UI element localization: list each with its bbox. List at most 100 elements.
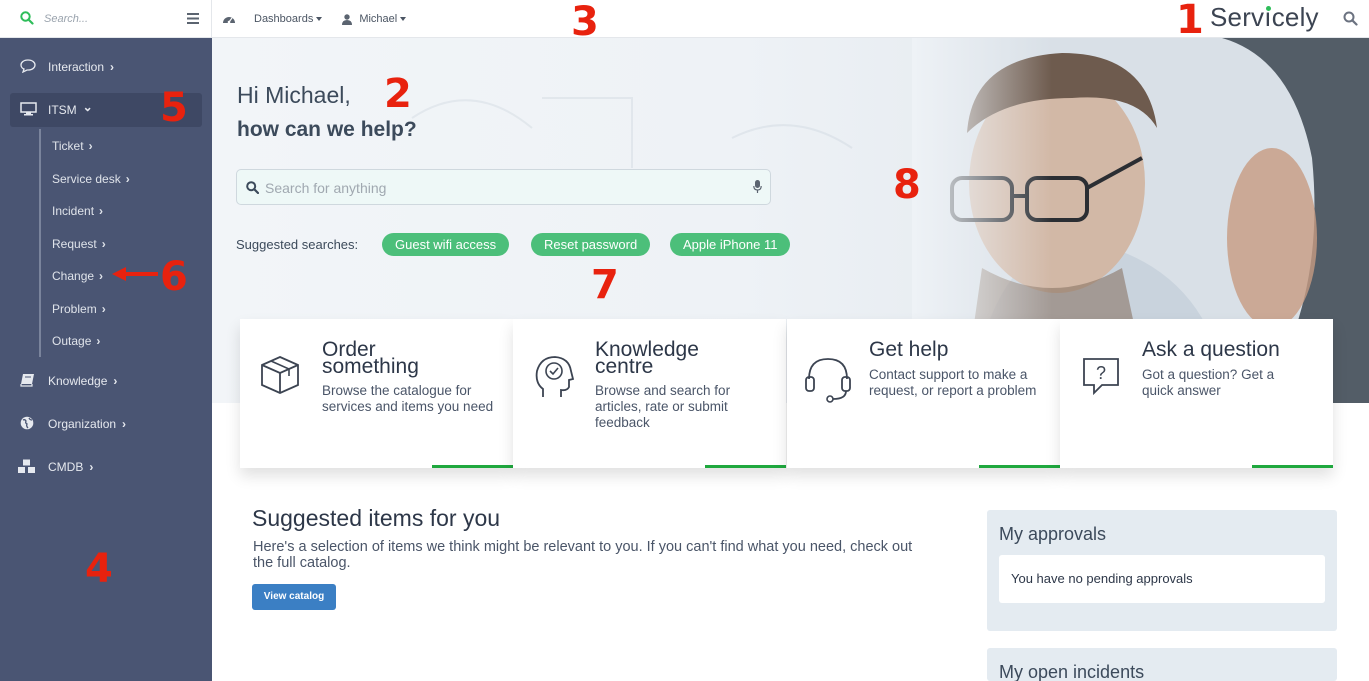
submenu-item-ticket[interactable]: Ticket › (52, 139, 93, 153)
top-bar: Dashboards Michael Servıcely (0, 0, 1369, 38)
submenu-item-outage[interactable]: Outage › (52, 334, 100, 348)
open-incidents-title: My open incidents (999, 662, 1145, 681)
sidebar-item-label: Organization (48, 417, 117, 431)
chevron-right-icon: › (96, 334, 101, 348)
sidebar-search-input[interactable] (44, 9, 174, 29)
headset-icon (805, 358, 851, 403)
annotation-number: 5 (160, 85, 188, 131)
chevron-right-icon: › (110, 60, 115, 74)
annotation-number: 1 (1176, 0, 1204, 43)
suggested-searches-label: Suggested searches: (236, 237, 359, 252)
suggestion-chip[interactable]: Guest wifi access (382, 233, 510, 256)
dashboards-dropdown[interactable]: Dashboards (254, 13, 323, 25)
user-icon (342, 13, 353, 25)
submenu-label: Incident (52, 204, 95, 218)
chevron-right-icon: › (101, 237, 106, 251)
dashboards-label: Dashboards (254, 13, 314, 25)
card-description: Contact support to make a request, or re… (869, 367, 1037, 398)
suggested-items-title: Suggested items for you (252, 505, 501, 531)
submenu-label: Outage (52, 334, 92, 348)
main-search-input[interactable] (265, 177, 745, 199)
submenu-item-change[interactable]: Change › (52, 269, 103, 283)
submenu-label: Service desk (52, 172, 121, 186)
submenu-line (39, 129, 41, 357)
head-check-icon (535, 356, 575, 397)
card-knowledge-centre[interactable]: Knowledge centre Browse and search for ar… (513, 319, 786, 468)
card-description: Browse and search for articles, rate or … (595, 383, 731, 430)
caret-down-icon (400, 17, 407, 21)
submenu-label: Change (52, 269, 95, 283)
top-nav: Dashboards Michael (222, 0, 407, 38)
box-icon (261, 356, 299, 394)
chevron-right-icon: › (101, 302, 106, 316)
card-description: Browse the catalogue for services and it… (322, 383, 494, 414)
sidebar-item-knowledge[interactable]: Knowledge › (0, 364, 212, 398)
card-title: Knowledge centre (595, 339, 775, 377)
suggested-items-description: Here's a selection of items we think mig… (253, 539, 913, 571)
card-accent-bar (705, 465, 786, 468)
sidebar-item-interaction[interactable]: Interaction › (0, 50, 212, 84)
annotation-number: 2 (384, 71, 412, 117)
servicely-logo[interactable]: Servıcely (1210, 2, 1319, 33)
submenu-label: Ticket (52, 139, 84, 153)
svg-text:?: ? (1096, 363, 1106, 383)
view-catalog-button[interactable]: View catalog (252, 584, 336, 610)
monitor-icon (20, 102, 37, 116)
book-icon (20, 374, 34, 387)
submenu-item-service-desk[interactable]: Service desk › (52, 172, 130, 186)
card-title-line: Ask a question (1142, 338, 1280, 361)
card-title: Ask a question (1142, 338, 1322, 361)
open-incidents-panel: My open incidents (987, 648, 1337, 681)
headline-text: how can we help? (237, 118, 417, 141)
submenu-label: Problem (52, 302, 97, 316)
approvals-panel: My approvals You have no pending approva… (987, 510, 1337, 631)
chevron-right-icon: › (113, 374, 118, 388)
card-get-help[interactable]: Get help Contact support to make a reque… (787, 319, 1060, 468)
chevron-down-icon: ⌄ (82, 100, 93, 114)
chevron-right-icon: › (125, 172, 130, 186)
approvals-title: My approvals (999, 524, 1107, 544)
card-description: Got a question? Get a quick answer (1142, 367, 1275, 398)
sidebar-item-organization[interactable]: Organization › (0, 407, 212, 441)
caret-down-icon (316, 17, 323, 21)
suggestion-chip[interactable]: Reset password (531, 233, 651, 256)
user-dropdown[interactable]: Michael (359, 13, 407, 25)
question-bubble-icon: ? (1083, 358, 1119, 396)
chevron-right-icon: › (88, 139, 93, 153)
search-icon (246, 181, 259, 194)
cubes-icon (18, 459, 35, 473)
submenu-label: Request (52, 237, 97, 251)
card-title-line: something (322, 355, 419, 378)
submenu-item-request[interactable]: Request › (52, 237, 106, 251)
search-icon[interactable] (1343, 11, 1358, 26)
suggestion-chip[interactable]: Apple iPhone 11 (670, 233, 791, 256)
globe-icon (20, 416, 34, 430)
chevron-right-icon: › (122, 417, 127, 431)
card-title-line: Get help (869, 338, 949, 361)
submenu-item-problem[interactable]: Problem › (52, 302, 106, 316)
chevron-right-icon: › (89, 460, 94, 474)
approvals-empty-text: You have no pending approvals (1011, 571, 1193, 586)
approvals-empty-box: You have no pending approvals (999, 555, 1325, 603)
sidebar-item-cmdb[interactable]: CMDB › (0, 450, 212, 484)
card-accent-bar (1252, 465, 1333, 468)
logo-text: cely (1271, 2, 1319, 32)
user-label: Michael (359, 13, 398, 25)
microphone-icon[interactable] (753, 180, 762, 194)
logo-text: ı (1264, 2, 1272, 32)
annotation-number: 3 (571, 0, 599, 45)
annotation-number: 8 (893, 162, 921, 208)
sidebar-item-label: CMDB (48, 460, 84, 474)
annotation-number: 6 (160, 254, 188, 300)
sidebar-item-label: Knowledge (48, 374, 108, 388)
card-ask-a-question[interactable]: ? Ask a question Got a question? Get a q… (1060, 319, 1333, 468)
search-icon[interactable] (20, 11, 34, 25)
card-order-something[interactable]: Order something Browse the catalogue for … (240, 319, 513, 468)
submenu-item-incident[interactable]: Incident › (52, 204, 103, 218)
annotation-arrow (112, 267, 158, 281)
chat-bubble-icon (20, 59, 36, 73)
chevron-right-icon: › (99, 269, 104, 283)
dashboard-gauge-icon (223, 17, 235, 24)
greeting-text: Hi Michael, (237, 82, 351, 108)
hamburger-menu-icon[interactable] (187, 13, 199, 24)
